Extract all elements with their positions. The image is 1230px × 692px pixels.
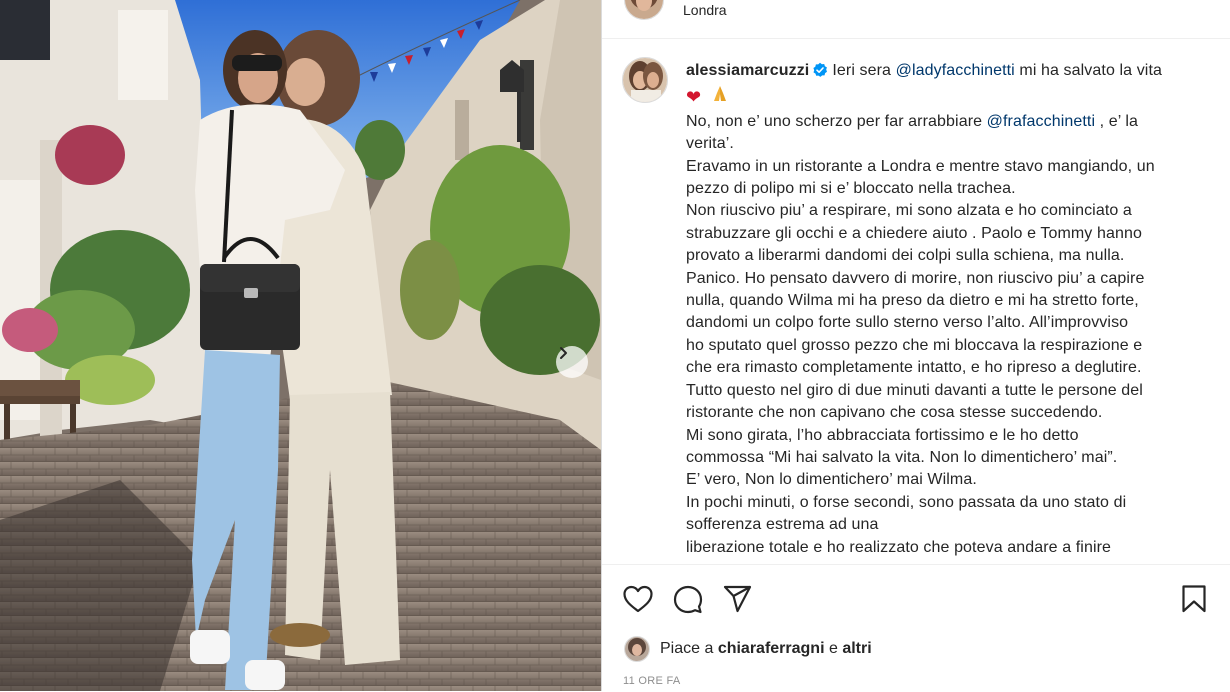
caption-text: mi ha salvato la vita — [1014, 62, 1162, 79]
pray-emoji — [710, 85, 734, 108]
caption-line: verita’. — [686, 135, 734, 153]
caption-line: ho sputato quel grosso pezzo che mi bloc… — [686, 336, 1143, 354]
caption-author-avatar[interactable] — [622, 57, 668, 103]
mention-link[interactable]: @frafacchinetti — [987, 113, 1095, 130]
caption-line: Eravamo in un ristorante a Londra e ment… — [686, 157, 1155, 175]
comment-bubble-icon[interactable] — [672, 584, 704, 619]
paper-plane-icon[interactable] — [722, 584, 754, 619]
post-photo[interactable] — [0, 0, 601, 691]
post-header: Londra — [602, 0, 1230, 39]
caption-text: Ieri sera — [832, 62, 896, 79]
verified-badge-icon — [812, 62, 828, 85]
heart-outline-icon[interactable] — [622, 584, 654, 619]
post-location[interactable]: Londra — [683, 2, 727, 18]
caption-line: No, non e’ uno scherzo per far arrabbiar… — [686, 111, 1202, 133]
caption-text: , e’ la — [1095, 112, 1139, 130]
liker-avatar[interactable] — [624, 636, 650, 662]
liker-username[interactable]: chiaraferragni — [718, 640, 825, 658]
caption-line: In pochi minuti, o forse secondi, sono p… — [686, 493, 1127, 511]
caption-username[interactable]: alessiamarcuzzi — [686, 62, 809, 79]
photo-scene — [0, 0, 601, 691]
caption-line: ristorante che non capivano che cosa ste… — [686, 404, 1103, 422]
caption-line: strabuzzare gli occhi e a chiedere aiuto… — [686, 224, 1142, 242]
likes-prefix: Piace a — [660, 640, 718, 657]
caption-line: sofferenza estrema ad una — [686, 516, 879, 534]
caption-emoji-line: ❤ — [686, 85, 1202, 110]
author-avatar[interactable] — [624, 0, 664, 20]
likes-others-link[interactable]: altri — [842, 640, 871, 658]
caption-line: alessiamarcuzzi Ieri sera @ladyfacchinett… — [686, 60, 1202, 85]
caption-line: commossa “Mi hai salvato la vita. Non lo… — [686, 448, 1118, 466]
heart-emoji: ❤ — [686, 87, 702, 108]
chevron-right-icon — [560, 347, 567, 359]
caption-line: Mi sono girata, l’ho abbracciata fortiss… — [686, 426, 1079, 444]
post-details-pane: Londra alessiamarcuzzi Ieri sera @ladyfac… — [602, 0, 1230, 691]
caption-line: dandomi un colpo forte sullo sterno vers… — [686, 314, 1129, 332]
caption-text: No, non e’ uno scherzo per far arrabbiar… — [686, 112, 987, 130]
mention-link[interactable]: @ladyfacchinetti — [896, 62, 1015, 79]
caption-line: nulla, quando Wilma mi ha preso da dietr… — [686, 292, 1139, 310]
caption-line: Tutto questo nel giro di due minuti dava… — [686, 381, 1143, 399]
caption-line: Panico. Ho pensato davvero di morire, no… — [686, 269, 1145, 287]
post-timestamp[interactable]: 11 ORE FA — [623, 675, 681, 687]
post-actions-section: Piace a chiaraferragni e altri 11 ORE FA — [602, 564, 1230, 692]
caption-line: provato a liberarmi dandomi dei colpi su… — [686, 247, 1125, 265]
caption-line: Non riuscivo piu’ a respirare, mi sono a… — [686, 202, 1132, 220]
likes-summary: Piace a chiaraferragni e altri — [624, 636, 872, 662]
next-photo-button[interactable] — [556, 346, 588, 378]
caption-line: pezzo di polipo mi si e’ bloccato nella … — [686, 180, 1016, 198]
bookmark-icon[interactable] — [1180, 584, 1208, 619]
caption-line: che era rimasto completamente intatto, e… — [686, 359, 1142, 377]
post-caption: alessiamarcuzzi Ieri sera @ladyfacchinett… — [686, 60, 1202, 559]
comments-scroll-area[interactable]: alessiamarcuzzi Ieri sera @ladyfacchinett… — [602, 39, 1230, 564]
caption-line: liberazione totale e ho realizzato che p… — [686, 538, 1112, 556]
likes-joiner: e — [824, 640, 843, 657]
caption-line: E’ vero, Non lo dimentichero’ mai Wilma. — [686, 471, 977, 489]
